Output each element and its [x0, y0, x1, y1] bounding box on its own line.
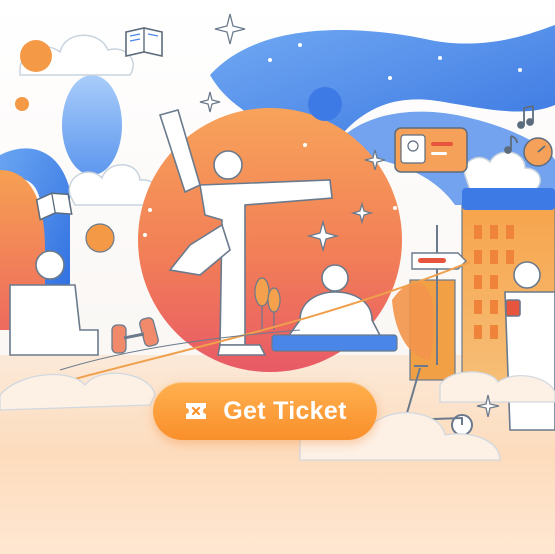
festival-illustration: [0, 0, 555, 554]
id-card-icon: [394, 127, 468, 173]
book-icon: [125, 27, 163, 57]
building-roof: [462, 188, 555, 210]
get-ticket-button[interactable]: Get Ticket: [153, 382, 377, 440]
planet-left: [15, 97, 29, 111]
ticket-icon: [183, 398, 209, 424]
gauge-icon: [523, 137, 553, 167]
planet-blue: [308, 87, 342, 121]
bench: [271, 334, 398, 352]
planet-mid: [85, 223, 115, 253]
get-ticket-label: Get Ticket: [223, 396, 347, 425]
planet-top-left: [20, 40, 52, 72]
blue-balloon: [62, 75, 122, 175]
